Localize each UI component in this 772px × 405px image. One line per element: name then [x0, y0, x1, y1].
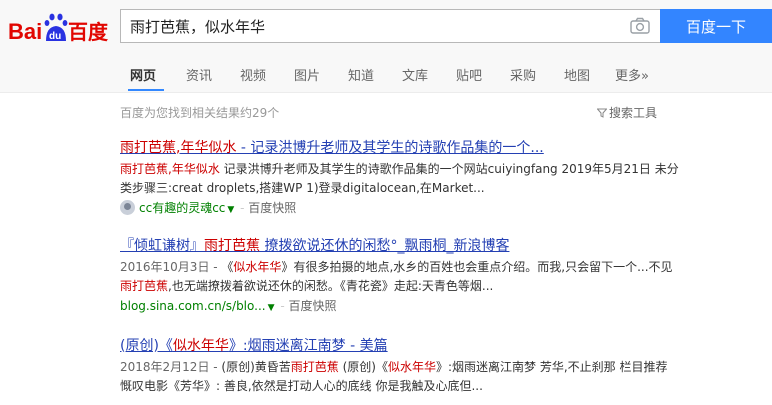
header: Bai du 百度 百度一下 网页 资讯 视频: [0, 0, 772, 93]
result-source: cc有趣的灵魂cc ▼ - 百度快照: [120, 199, 680, 219]
title-text: 『倾虹谦树』: [120, 238, 204, 254]
title-text: 撩拨欲说还休的闲愁°_飘雨桐_新浪博客: [260, 238, 510, 254]
tab-images[interactable]: 图片: [294, 65, 320, 84]
avatar: [120, 200, 135, 215]
filter-icon: [596, 107, 608, 118]
source-url[interactable]: blog.sina.com.cn/s/blo...: [120, 299, 266, 313]
search-result: (原创)《似水年华》:烟雨迷离江南梦 - 美篇 2018年2月12日 - (原创…: [120, 337, 680, 396]
search-input[interactable]: [121, 10, 629, 42]
logo-text-du: du: [49, 31, 61, 42]
tab-map[interactable]: 地图: [564, 65, 590, 84]
tab-more[interactable]: 更多»: [615, 65, 649, 84]
result-date: 2018年2月12日 -: [120, 360, 222, 374]
title-highlight: 雨打芭蕉: [120, 140, 176, 156]
result-title-link[interactable]: 『倾虹谦树』雨打芭蕉 撩拨欲说还休的闲愁°_飘雨桐_新浪博客: [120, 237, 680, 255]
result-abstract: 雨打芭蕉,年华似水 记录洪博升老师及其学生的诗歌作品集的一个网站cuiyingf…: [120, 160, 680, 198]
result-title-link[interactable]: 雨打芭蕉,年华似水 - 记录洪博升老师及其学生的诗歌作品集的一个...: [120, 139, 680, 157]
result-source: blog.sina.com.cn/s/blo... ▼ - 百度快照: [120, 299, 337, 313]
abstract-text: 》有很多拍摄的地点,水乡的百姓也会重点介绍。而我,只会留下一个...不见: [281, 260, 673, 274]
abstract-text: (原创)黄昏苦: [221, 360, 291, 374]
title-highlight: 似水年华: [172, 338, 229, 354]
title-highlight: 年华似水: [180, 140, 237, 156]
camera-icon[interactable]: [630, 17, 650, 35]
search-box: [120, 9, 660, 43]
source-name[interactable]: cc有趣的灵魂cc: [139, 201, 225, 215]
search-button[interactable]: 百度一下: [660, 9, 772, 43]
abstract-highlight: 似水年华: [387, 360, 436, 374]
abstract-text: (原创)《: [338, 360, 388, 374]
snapshot-link[interactable]: 百度快照: [248, 201, 296, 215]
result-abstract: 2018年2月12日 - (原创)黄昏苦雨打芭蕉 (原创)《似水年华》:烟雨迷离…: [120, 358, 680, 396]
snapshot-link[interactable]: 百度快照: [288, 299, 336, 313]
title-text: - 记录洪博升老师及其学生的诗歌作品集的一个...: [236, 140, 544, 156]
abstract-highlight: 雨打芭蕉: [290, 360, 339, 374]
title-text: 》:烟雨迷离江南梦 - 美篇: [228, 338, 388, 354]
search-tools[interactable]: 搜索工具: [596, 104, 658, 121]
caret-down-icon[interactable]: ▼: [268, 303, 275, 313]
title-highlight: 雨打芭蕉: [204, 238, 260, 254]
baidu-logo[interactable]: Bai du 百度: [8, 12, 112, 46]
tab-wenku[interactable]: 文库: [402, 65, 428, 84]
abstract-highlight: 年华似水: [171, 162, 220, 176]
logo-text-bai: Bai: [8, 19, 42, 44]
tab-news[interactable]: 资讯: [186, 65, 212, 84]
result-date: 2016年10月3日 -: [120, 260, 222, 274]
result-title-link[interactable]: (原创)《似水年华》:烟雨迷离江南梦 - 美篇: [120, 337, 680, 355]
abstract-highlight: 雨打芭蕉: [120, 279, 169, 293]
tab-video[interactable]: 视频: [240, 65, 266, 84]
baidu-logo-graphic: Bai du 百度: [8, 13, 109, 44]
tab-zhidao[interactable]: 知道: [348, 65, 374, 84]
search-tools-label: 搜索工具: [609, 106, 658, 120]
abstract-text: ,也无端撩拨着欲说还休的闲愁。《青花瓷》走起:天青色等烟...: [168, 279, 494, 293]
tab-web[interactable]: 网页: [130, 65, 156, 84]
caret-down-icon[interactable]: ▼: [227, 205, 234, 215]
result-abstract: 2016年10月3日 - 《似水年华》有很多拍摄的地点,水乡的百姓也会重点介绍。…: [120, 258, 680, 296]
tab-tieba[interactable]: 贴吧: [456, 65, 482, 84]
abstract-highlight: 雨打芭蕉: [120, 162, 169, 176]
search-result: 雨打芭蕉,年华似水 - 记录洪博升老师及其学生的诗歌作品集的一个... 雨打芭蕉…: [120, 139, 680, 219]
tab-shopping[interactable]: 采购: [510, 65, 536, 84]
result-count: 百度为您找到相关结果约29个: [120, 106, 280, 120]
abstract-text: 《: [221, 260, 234, 274]
search-result: 『倾虹谦树』雨打芭蕉 撩拨欲说还休的闲愁°_飘雨桐_新浪博客 2016年10月3…: [120, 237, 680, 317]
abstract-highlight: 似水年华: [233, 260, 282, 274]
logo-text-cn: 百度: [68, 20, 109, 44]
title-text: (原创)《: [120, 338, 173, 354]
active-tab-underline: [128, 89, 164, 91]
